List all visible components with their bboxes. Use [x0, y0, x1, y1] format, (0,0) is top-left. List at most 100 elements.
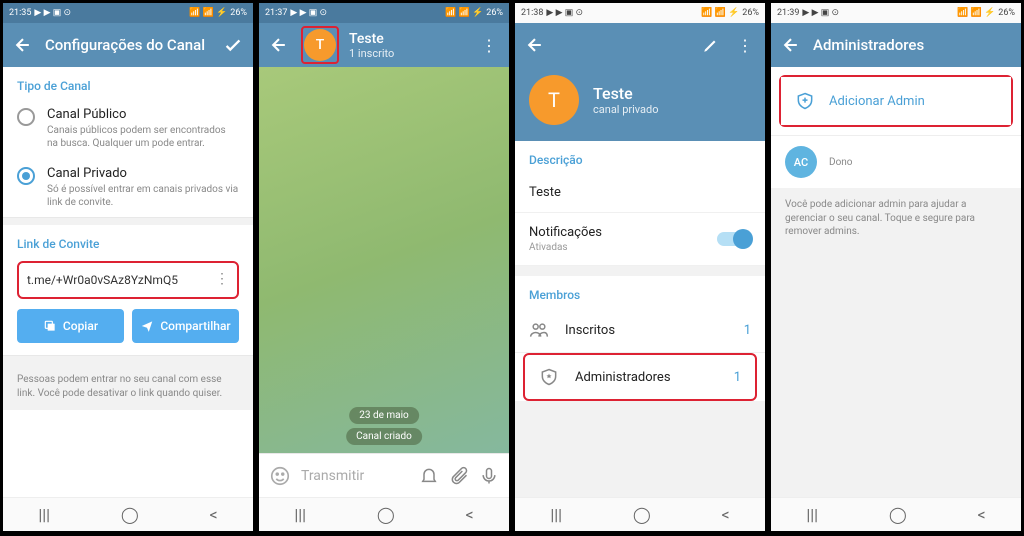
header: Configurações do Canal: [3, 23, 253, 67]
created-bubble: Canal criado: [346, 428, 422, 445]
admins-label: Administradores: [575, 370, 734, 385]
back-button[interactable]: [523, 33, 547, 57]
nav-home[interactable]: ◯: [633, 505, 651, 524]
check-icon: [222, 34, 244, 56]
copy-button[interactable]: Copiar: [17, 309, 124, 343]
divider: [3, 217, 253, 225]
status-time: 21:38: [521, 8, 543, 18]
add-admin-highlight: Adicionar Admin: [779, 75, 1013, 127]
copy-label: Copiar: [63, 319, 98, 333]
back-button[interactable]: [779, 33, 803, 57]
section-label-link: Link de Convite: [3, 225, 253, 257]
back-button[interactable]: [267, 33, 291, 57]
pencil-icon: [702, 36, 720, 54]
share-button[interactable]: Compartilhar: [132, 309, 239, 343]
profile-header: ⋮: [515, 23, 765, 67]
status-time: 21:35: [9, 8, 31, 18]
radio-private-desc: Só é possível entrar em canais privados …: [47, 183, 239, 209]
radio-private[interactable]: Canal Privado Só é possível entrar em ca…: [3, 158, 253, 217]
nav-home[interactable]: ◯: [121, 505, 139, 524]
nav-recents[interactable]: |||: [294, 505, 306, 524]
message-input[interactable]: Transmitir: [259, 453, 509, 497]
channel-name: Teste: [349, 31, 467, 47]
radio-private-label: Canal Privado: [47, 166, 239, 181]
shield-icon: [539, 367, 561, 387]
radio-public[interactable]: Canal Público Canais públicos podem ser …: [3, 99, 253, 158]
chat-area[interactable]: 23 de maio Canal criado: [259, 67, 509, 453]
section-label-tipo: Tipo de Canal: [3, 67, 253, 99]
more-button[interactable]: ⋮: [733, 33, 757, 57]
subscribers-row[interactable]: Inscritos 1: [515, 308, 765, 353]
description-row[interactable]: Teste: [515, 173, 765, 213]
nav-recents[interactable]: |||: [38, 505, 50, 524]
share-icon: [140, 319, 154, 333]
status-bar: 21:35▶ ▶ ▣ ⊙ 📶 📶 ⚡26%: [3, 3, 253, 23]
owner-avatar: AC: [785, 146, 817, 178]
android-navbar: ||| ◯ <: [771, 497, 1021, 531]
nav-recents[interactable]: |||: [550, 505, 562, 524]
status-battery: 26%: [230, 8, 247, 18]
header-title: Configurações do Canal: [45, 36, 211, 54]
status-icons-left: ▶ ▶ ▣ ⊙: [34, 8, 71, 18]
back-button[interactable]: [11, 33, 35, 57]
channel-avatar[interactable]: T: [529, 75, 579, 125]
notif-sub: Ativadas: [529, 242, 602, 253]
notif-label: Notificações: [529, 225, 602, 240]
nav-back[interactable]: <: [721, 505, 729, 524]
nav-back[interactable]: <: [465, 505, 473, 524]
emoji-icon[interactable]: [269, 465, 291, 487]
status-icons-right: 📶 📶 ⚡: [189, 8, 227, 18]
admins-count: 1: [734, 370, 741, 385]
radio-public-label: Canal Público: [47, 107, 239, 122]
subscribers-label: Inscritos: [565, 323, 744, 338]
channel-name: Teste: [593, 84, 659, 103]
header: Administradores: [771, 23, 1021, 67]
section-members: Membros: [515, 276, 765, 308]
invite-link-text: t.me/+Wr0a0vSAz8YzNmQ5: [27, 273, 178, 287]
nav-recents[interactable]: |||: [806, 505, 818, 524]
notifications-row[interactable]: Notificações Ativadas: [515, 213, 765, 266]
confirm-button[interactable]: [221, 33, 245, 57]
radio-icon: [17, 167, 35, 185]
add-admin-row[interactable]: Adicionar Admin: [781, 77, 1011, 125]
description-value: Teste: [529, 185, 561, 200]
avatar-highlight: T: [301, 26, 339, 64]
bell-icon[interactable]: [419, 466, 439, 486]
radio-public-desc: Canais públicos podem ser encontrados na…: [47, 124, 239, 150]
status-bar: 21:37▶ ▶ ▣ ⊙ 📶 📶 ⚡26%: [259, 3, 509, 23]
channel-sub: canal privado: [593, 103, 659, 116]
status-bar: 21:38▶ ▶ ▣ ⊙ 📶 📶 ⚡26%: [515, 3, 765, 23]
more-icon: ⋮: [737, 36, 753, 55]
more-icon: ⋮: [481, 36, 497, 55]
android-navbar: ||| ◯ <: [515, 497, 765, 531]
arrow-left-icon: [13, 35, 33, 55]
mic-icon[interactable]: [479, 466, 499, 486]
profile-hero: T Teste canal privado: [515, 67, 765, 141]
status-time: 21:37: [265, 8, 287, 18]
invite-link-box[interactable]: t.me/+Wr0a0vSAz8YzNmQ5 ⋮: [17, 261, 239, 299]
nav-back[interactable]: <: [977, 505, 985, 524]
status-bar: 21:39▶ ▶ ▣ ⊙ 📶 📶 ⚡26%: [771, 3, 1021, 23]
notif-toggle[interactable]: [717, 232, 751, 246]
chat-header[interactable]: T Teste 1 inscrito ⋮: [259, 23, 509, 67]
more-button[interactable]: ⋮: [477, 33, 501, 57]
nav-back[interactable]: <: [209, 505, 217, 524]
nav-home[interactable]: ◯: [377, 505, 395, 524]
channel-avatar[interactable]: T: [304, 29, 336, 61]
admins-row[interactable]: Administradores 1: [525, 355, 755, 399]
copy-icon: [43, 319, 57, 333]
status-time: 21:39: [777, 8, 799, 18]
divider: [3, 355, 253, 363]
date-bubble: 23 de maio: [349, 407, 419, 424]
more-icon[interactable]: ⋮: [215, 277, 229, 283]
channel-sub: 1 inscrito: [349, 47, 467, 60]
shield-add-icon: [795, 91, 815, 111]
admins-highlight: Administradores 1: [523, 353, 757, 401]
arrow-left-icon: [781, 35, 801, 55]
nav-home[interactable]: ◯: [889, 505, 907, 524]
attach-icon[interactable]: [449, 466, 469, 486]
edit-button[interactable]: [699, 33, 723, 57]
share-label: Compartilhar: [160, 319, 230, 333]
owner-row[interactable]: AC Dono: [771, 135, 1021, 188]
subscribers-count: 1: [744, 323, 751, 338]
